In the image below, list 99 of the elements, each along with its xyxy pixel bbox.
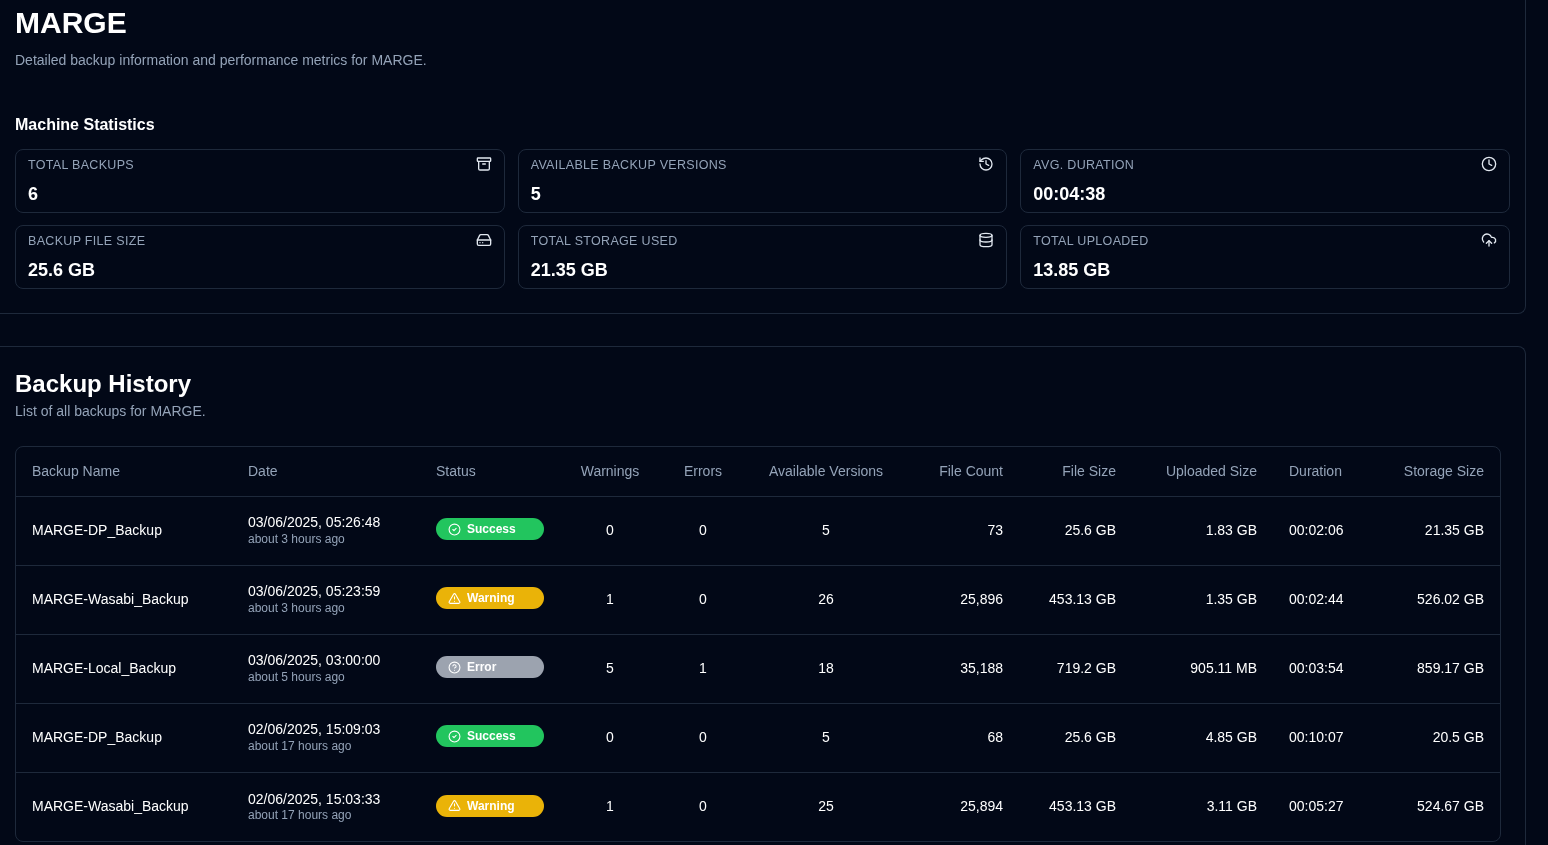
status-badge: Success <box>436 518 544 541</box>
table-cell: 524.67 GB <box>1373 772 1500 841</box>
table-cell: 00:03:54 <box>1273 634 1373 703</box>
table-cell: 21.35 GB <box>1373 496 1500 565</box>
table-cell: 00:02:06 <box>1273 496 1373 565</box>
table-cell: 0 <box>560 703 660 772</box>
table-cell: MARGE-DP_Backup <box>16 496 232 565</box>
stat-value: 13.85 GB <box>1033 258 1112 282</box>
table-cell: 1 <box>660 634 746 703</box>
archive-icon <box>475 156 492 172</box>
history-icon <box>978 156 995 172</box>
table-cell: 453.13 GB <box>1019 565 1132 634</box>
table-cell: 00:02:44 <box>1273 565 1373 634</box>
column-header: Uploaded Size <box>1132 447 1273 496</box>
table-cell: 1.35 GB <box>1132 565 1273 634</box>
database-icon <box>978 232 995 248</box>
relative-time: about 3 hours ago <box>248 600 346 616</box>
table-cell: 526.02 GB <box>1373 565 1500 634</box>
table-cell: 25.6 GB <box>1019 703 1132 772</box>
table-cell: 26 <box>746 565 906 634</box>
table-cell: 18 <box>746 634 906 703</box>
status-badge: Success <box>436 725 544 748</box>
status-badge: Warning <box>436 587 544 610</box>
stat-label: TOTAL STORAGE USED <box>530 233 678 250</box>
table-cell: 73 <box>906 496 1019 565</box>
table-cell: 0 <box>560 496 660 565</box>
table-cell: 68 <box>906 703 1019 772</box>
cloud-upload-icon <box>1481 232 1497 248</box>
table-cell: 3.11 GB <box>1132 772 1273 841</box>
relative-time: about 5 hours ago <box>248 669 346 685</box>
section-title: Backup History <box>15 369 193 399</box>
table-cell: 0 <box>660 565 746 634</box>
stat-value: 6 <box>28 182 39 206</box>
relative-time: about 17 hours ago <box>248 738 353 754</box>
table-cell: 1 <box>560 772 660 841</box>
table-cell: 719.2 GB <box>1019 634 1132 703</box>
question-circle-icon <box>448 660 461 674</box>
table-cell: 5 <box>746 703 906 772</box>
status-badge: Warning <box>436 794 544 817</box>
column-header: File Count <box>906 447 1019 496</box>
column-header: Status <box>420 447 560 496</box>
check-circle-icon <box>448 729 461 743</box>
page-subtitle: Detailed backup information and performance metrics for MARGE. <box>15 51 428 70</box>
table-cell: MARGE-Wasabi_Backup <box>16 565 232 634</box>
stat-value: 21.35 GB <box>530 258 609 282</box>
table-cell: 35,188 <box>906 634 1019 703</box>
stat-label: AVG. DURATION <box>1033 157 1135 174</box>
section-title: Machine Statistics <box>15 115 156 135</box>
table-cell: 00:05:27 <box>1273 772 1373 841</box>
table-cell: 0 <box>660 772 746 841</box>
table-cell: 453.13 GB <box>1019 772 1132 841</box>
stat-label: TOTAL UPLOADED <box>1033 233 1149 250</box>
table-cell: 5 <box>746 496 906 565</box>
check-circle-icon <box>448 522 461 536</box>
table-cell: 1.83 GB <box>1132 496 1273 565</box>
stat-label: AVAILABLE BACKUP VERSIONS <box>530 157 727 174</box>
table-cell: 0 <box>660 703 746 772</box>
stat-label: TOTAL BACKUPS <box>28 157 134 174</box>
table-cell: 25.6 GB <box>1019 496 1132 565</box>
column-header: Warnings <box>560 447 660 496</box>
table-cell: 25,896 <box>906 565 1019 634</box>
table-cell: MARGE-Wasabi_Backup <box>16 772 232 841</box>
warning-icon <box>448 591 461 605</box>
column-header: Available Versions <box>746 447 906 496</box>
column-header: Duration <box>1273 447 1373 496</box>
table-cell: 20.5 GB <box>1373 703 1500 772</box>
column-header: Backup Name <box>16 447 232 496</box>
warning-icon <box>448 799 461 812</box>
date-text: 02/06/2025, 15:03:33 <box>248 790 382 808</box>
section-subtitle: List of all backups for MARGE. <box>15 402 207 421</box>
column-header: Date <box>232 447 420 496</box>
date-text: 03/06/2025, 03:00:00 <box>248 652 382 670</box>
stat-value: 5 <box>530 182 542 206</box>
table-cell: 00:10:07 <box>1273 703 1373 772</box>
table-cell: 0 <box>660 496 746 565</box>
column-header: Errors <box>660 447 746 496</box>
date-text: 03/06/2025, 05:23:59 <box>248 583 382 601</box>
stat-label: BACKUP FILE SIZE <box>28 233 146 250</box>
table-cell: MARGE-DP_Backup <box>16 703 232 772</box>
column-header: Storage Size <box>1373 447 1500 496</box>
table-cell: 905.11 MB <box>1132 634 1273 703</box>
table-cell: 5 <box>560 634 660 703</box>
date-text: 03/06/2025, 05:26:48 <box>248 514 382 532</box>
table-cell: MARGE-Local_Backup <box>16 634 232 703</box>
table-cell: 859.17 GB <box>1373 634 1500 703</box>
table-cell: 1 <box>560 565 660 634</box>
relative-time: about 3 hours ago <box>248 531 346 547</box>
status-badge: Error <box>436 656 544 679</box>
stat-value: 25.6 GB <box>28 258 97 282</box>
table-cell: 25 <box>746 772 906 841</box>
hard-drive-icon <box>475 232 492 248</box>
table-cell: 4.85 GB <box>1132 703 1273 772</box>
stat-value: 00:04:38 <box>1033 182 1107 206</box>
table-cell: 25,894 <box>906 772 1019 841</box>
page-title: MARGE <box>15 5 128 38</box>
date-text: 02/06/2025, 15:09:03 <box>248 721 382 739</box>
column-header: File Size <box>1019 447 1132 496</box>
clock-icon <box>1481 156 1497 172</box>
relative-time: about 17 hours ago <box>248 808 353 823</box>
